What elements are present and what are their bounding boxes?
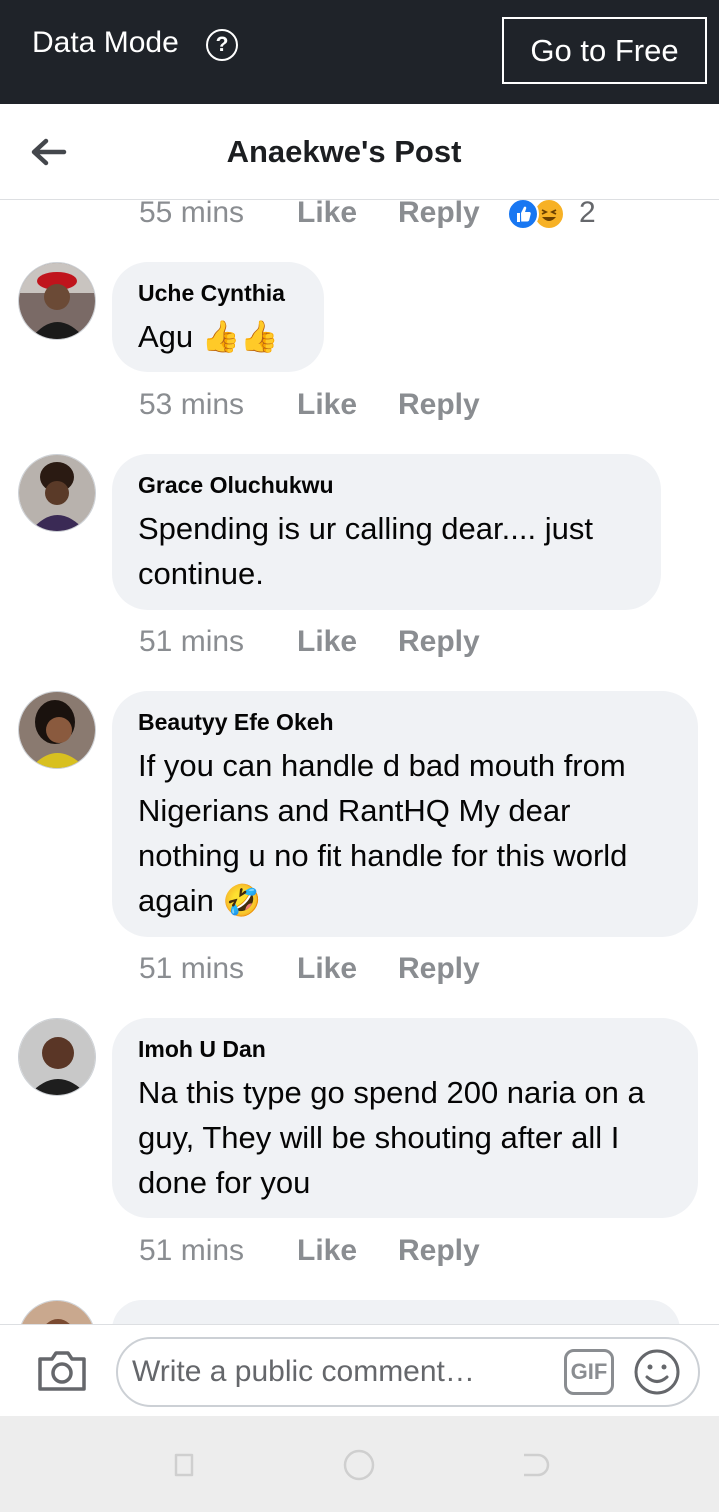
like-button[interactable]: Like [297,952,357,986]
back-nav-icon[interactable] [518,1449,550,1481]
reply-button[interactable]: Reply [398,200,480,230]
like-button[interactable]: Like [297,625,357,659]
reply-button[interactable]: Reply [398,952,480,986]
page-title: Anaekwe's Post [226,134,462,169]
emoji-icon[interactable] [632,1347,682,1397]
comment-text: Spending is ur calling dear.... just con… [138,511,593,591]
help-icon[interactable]: ? [206,29,238,61]
comment-list: 55 mins Like Reply 2 Uche Cynthia Agu 👍👍… [0,200,719,1324]
comment-time: 51 mins [139,952,245,985]
commenter-name[interactable]: Beautyy Efe Okeh [138,707,672,737]
comment-bubble[interactable]: Beautyy Efe Okeh If you can handle d bad… [112,691,698,937]
avatar[interactable] [18,691,96,769]
avatar[interactable] [18,454,96,532]
comment-placeholder: Write a public comment… [132,1355,475,1388]
avatar[interactable] [18,262,96,340]
comment-input[interactable]: Write a public comment… GIF [116,1337,700,1407]
comment-bubble[interactable]: Uche Cynthia Agu 👍👍 [112,262,324,372]
camera-icon[interactable] [36,1347,88,1393]
comment-text: If you can handle d bad mouth from Niger… [138,748,628,918]
reaction-count: 2 [579,200,596,229]
comment-text: Na this type go spend 200 naria on a guy… [138,1075,645,1200]
comment-time: 51 mins [139,1234,245,1267]
reply-button[interactable]: Reply [398,1234,480,1268]
comment-time: 55 mins [139,200,245,229]
go-to-free-button[interactable]: Go to Free [502,17,707,84]
reply-button[interactable]: Reply [398,625,480,659]
like-reaction-icon [507,200,539,230]
commenter-name[interactable]: Imoh U Dan [138,1034,672,1064]
avatar[interactable] [18,1300,96,1324]
comment-bubble[interactable]: Imoh U Dan Na this type go spend 200 nar… [112,1018,698,1218]
comment-time: 51 mins [139,625,245,658]
avatar[interactable] [18,1018,96,1096]
comment-time: 53 mins [139,388,245,421]
system-nav-bar [0,1416,719,1512]
data-mode-label: Data Mode [32,26,179,59]
commenter-name[interactable]: Grace Oluchukwu [138,470,635,500]
like-button[interactable]: Like [297,388,357,422]
recent-apps-icon[interactable] [168,1449,200,1481]
comment-composer: Write a public comment… GIF [0,1324,719,1416]
data-mode-bar: Data Mode ? Go to Free [0,0,719,104]
gif-icon[interactable]: GIF [564,1349,614,1395]
comment-text: Agu 👍👍 [138,319,279,354]
like-button[interactable]: Like [297,1234,357,1268]
post-header: Anaekwe's Post [0,104,719,200]
comment-bubble[interactable] [112,1300,680,1324]
reply-button[interactable]: Reply [398,388,480,422]
commenter-name[interactable]: Uche Cynthia [138,278,298,308]
like-button[interactable]: Like [297,200,357,230]
comment-bubble[interactable]: Grace Oluchukwu Spending is ur calling d… [112,454,661,610]
home-icon[interactable] [343,1449,375,1481]
